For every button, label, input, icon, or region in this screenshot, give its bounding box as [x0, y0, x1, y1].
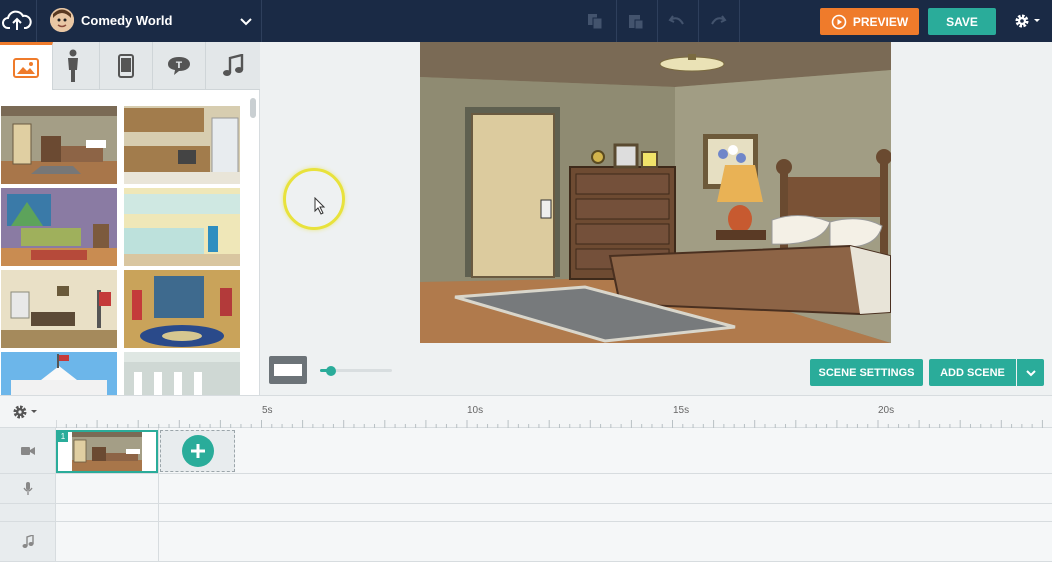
video-camera-icon [20, 446, 35, 455]
tab-props[interactable] [100, 42, 153, 90]
add-scene-circle-button[interactable] [181, 435, 214, 467]
toolbar-divider [261, 0, 262, 42]
ruler-label-20s: 20s [878, 405, 895, 416]
music-note-icon [222, 54, 243, 76]
thumbnail-oval-office[interactable] [124, 270, 240, 348]
audio-track-spacer-lane[interactable] [56, 504, 1052, 521]
toolbar-divider [36, 0, 37, 42]
speech-bubble-icon: T [168, 57, 190, 75]
thumbnail-bedroom[interactable] [1, 106, 117, 184]
phone-icon [118, 54, 134, 78]
microphone-track-header [0, 474, 56, 503]
thumbnail-meeting-office[interactable] [1, 270, 117, 348]
top-bar: Comedy World PREVIEW SAVE [0, 0, 1052, 42]
ruler-ticks [56, 420, 1043, 428]
music-track-lane[interactable] [56, 522, 1052, 561]
scene-thumbnail-frame [274, 364, 302, 376]
toolbar-divider [657, 0, 658, 42]
microphone-track-lane[interactable] [56, 474, 1052, 503]
settings-gear-icon[interactable] [1013, 11, 1043, 31]
background-thumbnail-grid [0, 90, 260, 395]
camera-track-header [0, 428, 56, 473]
redo-icon[interactable] [709, 12, 727, 30]
toolbar-divider [739, 0, 740, 42]
project-title[interactable]: Comedy World [81, 13, 173, 28]
copy-icon[interactable] [586, 12, 604, 30]
tab-backgrounds[interactable] [0, 42, 53, 90]
add-scene-placeholder[interactable] [160, 430, 235, 472]
tab-characters[interactable] [47, 42, 100, 90]
scene-clip[interactable]: 1 [56, 430, 158, 473]
add-scene-button[interactable]: ADD SCENE [929, 359, 1016, 386]
microphone-icon [22, 481, 33, 495]
scene-boundary-line [158, 428, 159, 562]
bedroom-scene-illustration [420, 42, 891, 343]
scene-canvas[interactable] [420, 42, 891, 343]
scene-thumbnail-toggle[interactable] [269, 356, 307, 384]
preview-label: PREVIEW [852, 14, 909, 29]
plus-icon [190, 444, 205, 458]
ruler-label-5s: 5s [262, 405, 273, 416]
save-button[interactable]: SAVE [928, 8, 996, 35]
ruler-label-10s: 10s [467, 405, 484, 416]
toolbar-divider [698, 0, 699, 42]
zoom-slider-handle[interactable] [325, 366, 336, 376]
scene-clip-thumbnail [58, 432, 156, 471]
mouse-pointer-icon [314, 197, 326, 215]
timeline-panel: 5s 10s 15s 20s 1 [0, 395, 1052, 562]
tab-text[interactable]: T [153, 42, 206, 90]
audio-track-spacer-header [0, 504, 56, 521]
music-track-header [0, 522, 56, 561]
paste-icon[interactable] [627, 12, 645, 30]
thumbnail-living-room[interactable] [1, 188, 117, 266]
cloud-upload-icon[interactable] [2, 8, 32, 34]
thumbnail-office-kitchen[interactable] [124, 188, 240, 266]
toolbar-divider [616, 0, 617, 42]
play-circle-icon [831, 14, 847, 29]
avatar[interactable] [50, 8, 74, 32]
chevron-down-icon[interactable] [239, 14, 253, 28]
add-scene-dropdown-button[interactable] [1017, 359, 1044, 386]
person-icon [68, 49, 78, 82]
music-note-icon [22, 534, 34, 548]
image-icon [13, 57, 39, 78]
ruler-label-15s: 15s [673, 405, 690, 416]
timeline-settings-gear-icon[interactable] [12, 404, 40, 420]
svg-text:T: T [176, 61, 183, 71]
undo-icon[interactable] [668, 12, 686, 30]
thumbnail-building-exterior[interactable] [124, 352, 240, 395]
tab-audio[interactable] [206, 42, 259, 90]
timeline-ruler: 5s 10s 15s 20s [0, 396, 1052, 428]
thumbnail-kitchen[interactable] [124, 106, 240, 184]
library-category-tabs: T [0, 42, 260, 90]
scene-number-badge: 1 [58, 432, 68, 442]
character-face-icon [50, 8, 74, 32]
asset-library-panel: T [0, 42, 260, 395]
chevron-down-icon [1025, 369, 1036, 376]
library-scrollbar[interactable] [250, 98, 256, 118]
thumbnail-white-house[interactable] [1, 352, 117, 395]
preview-button[interactable]: PREVIEW [820, 8, 919, 35]
scene-settings-button[interactable]: SCENE SETTINGS [810, 359, 923, 386]
